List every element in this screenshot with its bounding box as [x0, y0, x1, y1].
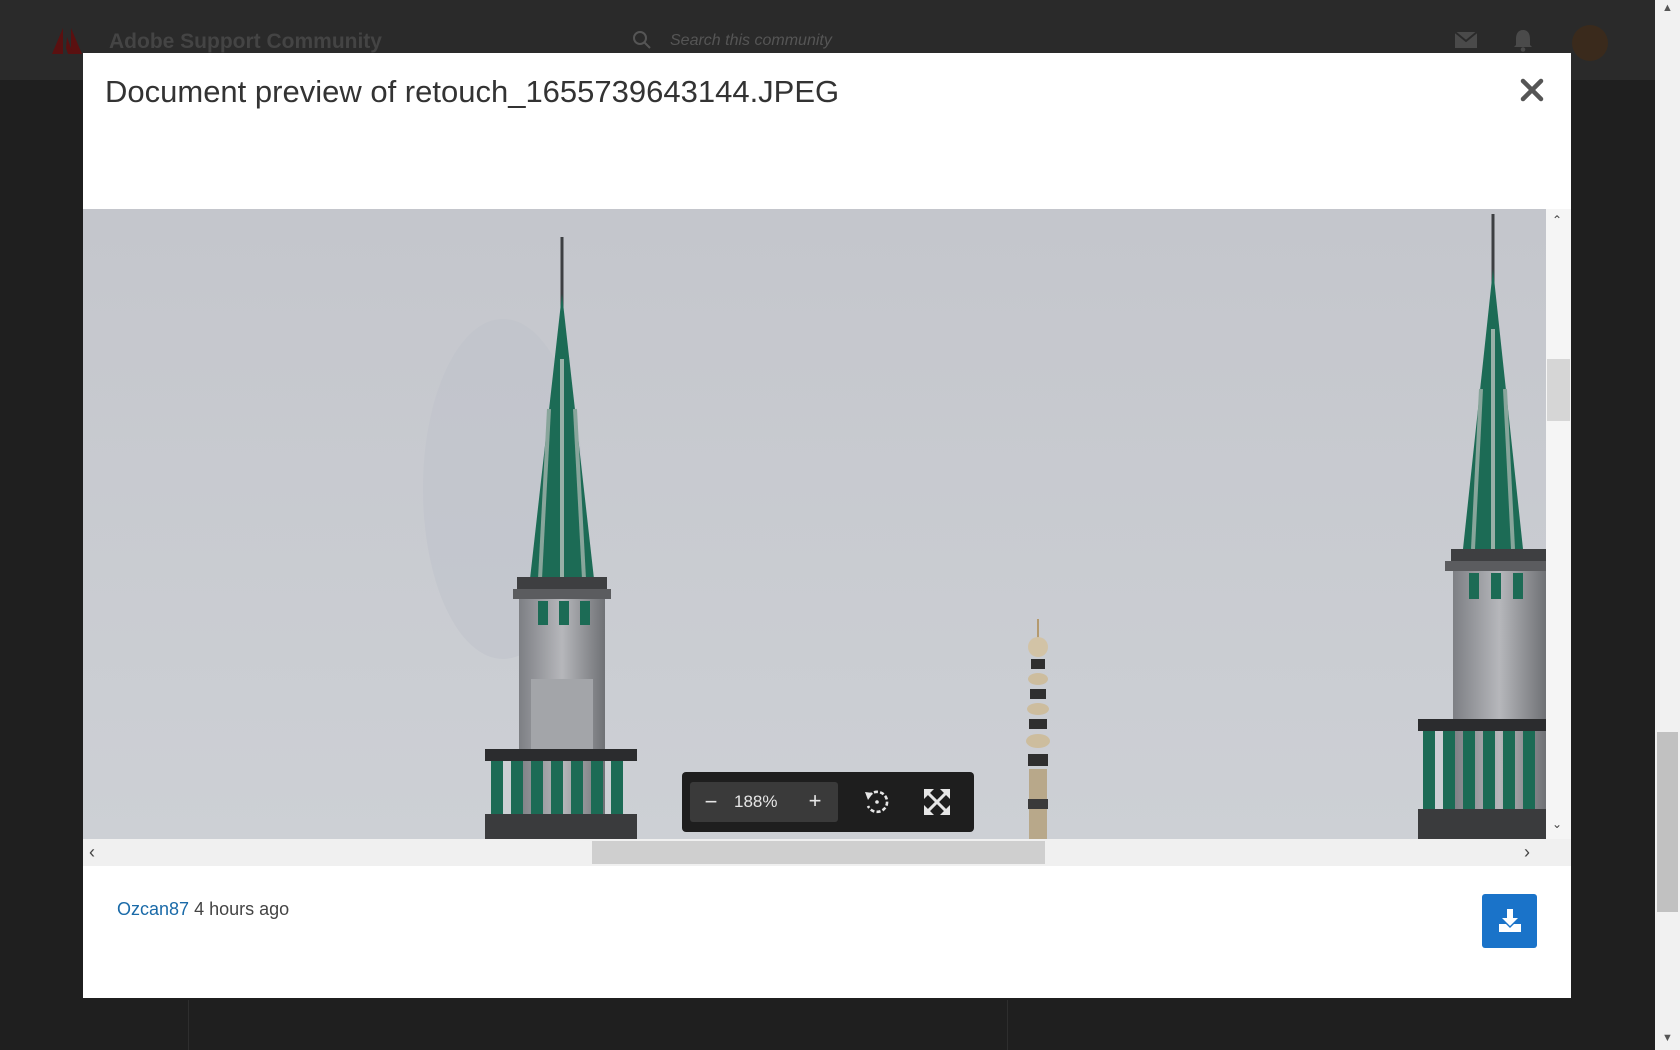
close-icon[interactable]: [1517, 75, 1547, 105]
zoom-toolbar: − 188% +: [682, 772, 974, 832]
window-scrollbar-thumb[interactable]: [1657, 732, 1678, 912]
mail-icon[interactable]: [1455, 32, 1477, 48]
scroll-down-icon[interactable]: ⌄: [1552, 817, 1562, 831]
community-search[interactable]: Search this community: [630, 28, 1030, 56]
preview-image-graphic: [83, 209, 1546, 839]
zoom-out-button[interactable]: −: [700, 789, 722, 815]
user-avatar[interactable]: [1572, 25, 1608, 61]
zoom-in-button[interactable]: +: [804, 788, 826, 814]
viewer-horizontal-scrollbar-thumb[interactable]: [592, 841, 1045, 864]
image-viewer: ⌃ ⌄ ‹ › − 188% +: [83, 209, 1571, 866]
download-icon: [1499, 909, 1521, 932]
fullscreen-icon[interactable]: [922, 787, 952, 817]
viewer-vertical-scrollbar[interactable]: ⌃ ⌄: [1546, 209, 1571, 839]
viewer-horizontal-scrollbar[interactable]: ‹ ›: [83, 839, 1571, 866]
search-icon: [633, 31, 651, 49]
attachment-meta: Ozcan87 4 hours ago: [117, 899, 289, 920]
document-preview-modal: Document preview of retouch_165573964314…: [83, 53, 1571, 998]
scroll-up-icon[interactable]: ⌃: [1552, 213, 1562, 227]
bell-icon[interactable]: [1512, 28, 1534, 52]
center-finial: [1026, 619, 1050, 839]
window-scrollbar[interactable]: ▲ ▼: [1655, 0, 1680, 1050]
zoom-controls: − 188% +: [690, 782, 838, 822]
rotate-icon[interactable]: [862, 787, 892, 817]
scroll-left-icon[interactable]: ‹: [89, 842, 95, 863]
adobe-logo-icon: [52, 28, 82, 54]
bg-divider: [188, 1000, 189, 1050]
viewer-vertical-scrollbar-thumb[interactable]: [1547, 359, 1570, 421]
author-link[interactable]: Ozcan87: [117, 899, 189, 919]
scroll-right-icon[interactable]: ›: [1524, 842, 1530, 863]
modal-title: Document preview of retouch_165573964314…: [105, 74, 840, 109]
download-button[interactable]: [1482, 894, 1537, 948]
preview-image[interactable]: [83, 209, 1546, 839]
bg-divider: [1007, 1000, 1008, 1050]
scroll-down-icon[interactable]: ▼: [1662, 1032, 1673, 1044]
search-placeholder: Search this community: [670, 32, 832, 49]
timestamp: 4 hours ago: [194, 899, 290, 919]
scroll-up-icon[interactable]: ▲: [1662, 2, 1673, 14]
site-title[interactable]: Adobe Support Community: [109, 30, 382, 54]
zoom-level: 188%: [734, 792, 778, 811]
